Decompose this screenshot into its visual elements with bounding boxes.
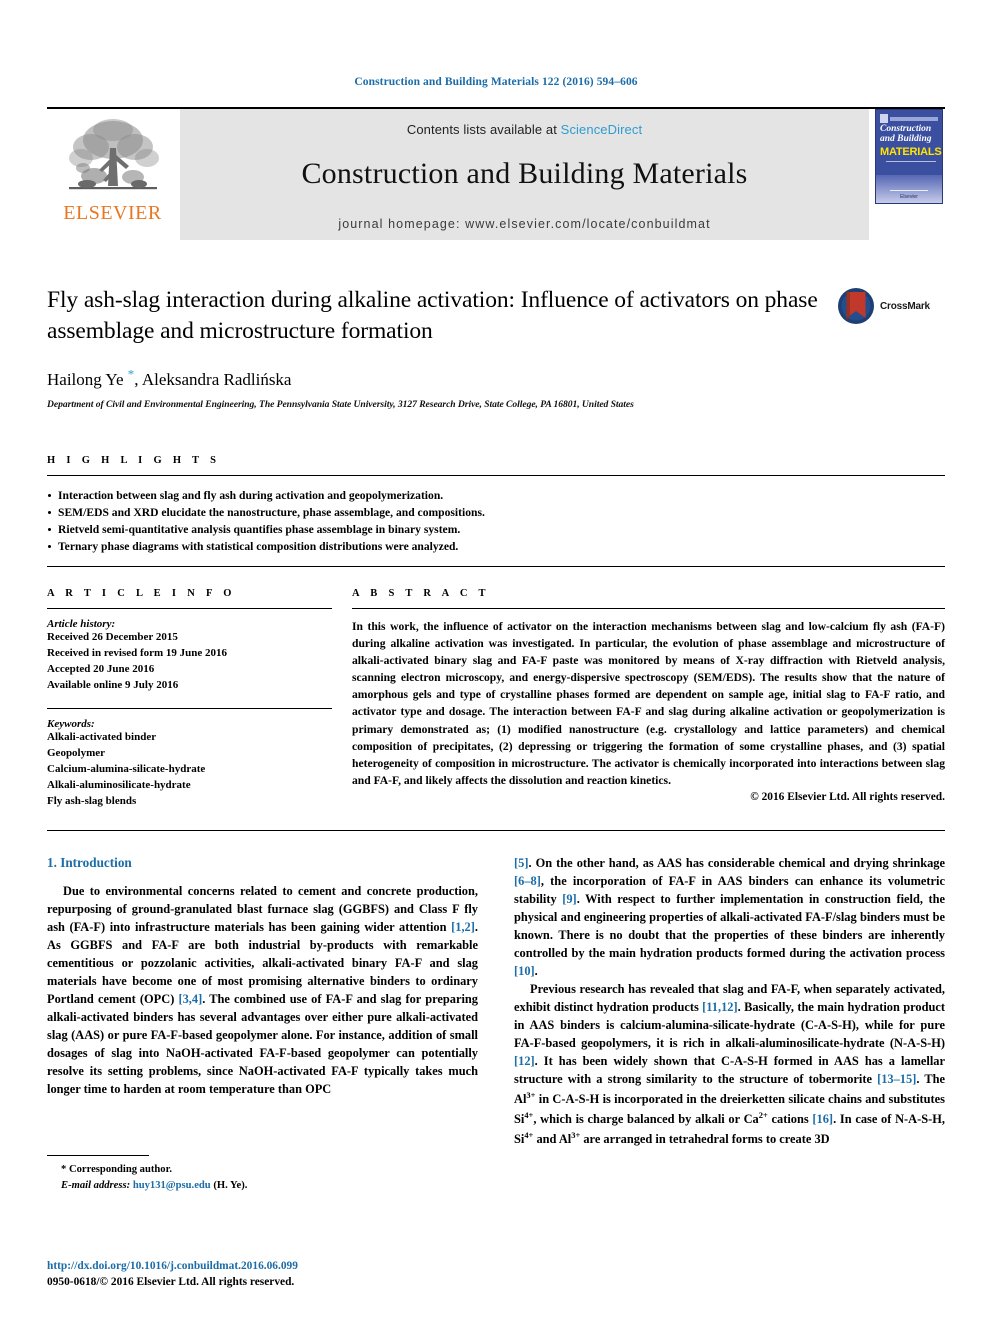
history-line: Accepted 20 June 2016 <box>47 663 155 676</box>
masthead-banner: Contents lists available at ScienceDirec… <box>180 109 869 240</box>
cover-footer-text: Elsevier <box>900 194 918 200</box>
corresponding-author-marker[interactable]: * <box>128 366 135 381</box>
body-column-right: [5]. On the other hand, as AAS has consi… <box>514 855 945 1149</box>
info-abstract-section: A R T I C L E I N F O Article history: R… <box>47 588 945 809</box>
email-suffix: (H. Ye). <box>213 1179 248 1191</box>
abstract-copyright: © 2016 Elsevier Ltd. All rights reserved… <box>750 790 945 803</box>
paragraph: Due to environmental concerns related to… <box>47 883 478 1099</box>
section-title-introduction: 1. Introduction <box>47 854 132 870</box>
citation-ref[interactable]: [1,2] <box>451 920 475 934</box>
journal-title: Construction and Building Materials <box>301 157 748 190</box>
elsevier-tree-icon <box>68 119 159 190</box>
cover-topbar <box>890 117 938 121</box>
article-history-block: Article history: Received 26 December 20… <box>47 609 332 694</box>
author-names: Hailong Ye *, Aleksandra Radlińska <box>47 366 292 389</box>
highlights-section: H I G H L I G H T S Interaction between … <box>47 455 945 568</box>
issn-copyright: 0950-0618/© 2016 Elsevier Ltd. All right… <box>47 1275 295 1288</box>
keyword-item: Fly ash-slag blends <box>47 794 137 807</box>
history-line: Received 26 December 2015 <box>47 631 178 644</box>
title-block: Fly ash-slag interaction during alkaline… <box>47 285 945 410</box>
doi-link[interactable]: http://dx.doi.org/10.1016/j.conbuildmat.… <box>47 1259 487 1274</box>
citation-ref[interactable]: [13–15] <box>877 1072 916 1086</box>
journal-homepage[interactable]: journal homepage: www.elsevier.com/locat… <box>180 217 869 231</box>
elsevier-wordmark: ELSEVIER <box>63 202 162 224</box>
article-info-heading: A R T I C L E I N F O <box>47 588 236 600</box>
keywords-block: Keywords: Alkali-activated binder Geopol… <box>47 708 332 810</box>
keyword-item: Alkali-aluminosilicate-hydrate <box>47 778 191 791</box>
abstract-text: In this work, the influence of activator… <box>352 620 945 787</box>
cover-lower-panel: Elsevier <box>876 175 942 203</box>
keyword-item: Alkali-activated binder <box>47 731 157 744</box>
citation-ref[interactable]: [5] <box>514 856 528 870</box>
page-footer: http://dx.doi.org/10.1016/j.conbuildmat.… <box>47 1259 487 1290</box>
list-item: Rietveld semi-quantitative analysis quan… <box>47 521 945 538</box>
crossmark-badge-group[interactable]: CrossMark <box>837 285 945 327</box>
highlights-rule-bottom <box>47 566 945 568</box>
history-line: Received in revised form 19 June 2016 <box>47 647 228 660</box>
elsevier-logo: ELSEVIER <box>47 109 178 240</box>
paragraph-text: [5]. On the other hand, as AAS has consi… <box>514 855 946 978</box>
contents-lists-line: Contents lists available at ScienceDirec… <box>180 109 869 137</box>
keywords-label: Keywords: <box>47 718 95 731</box>
paragraph-text: Due to environmental concerns related to… <box>47 883 478 1096</box>
article-history-label: Article history: <box>47 618 116 631</box>
cover-line-2: and Building <box>880 134 932 144</box>
highlights-list: Interaction between slag and fly ash dur… <box>47 476 945 567</box>
cover-divider <box>890 190 928 191</box>
cover-line-3: MATERIALS <box>880 146 942 158</box>
keyword-item: Calcium-alumina-silicate-hydrate <box>47 762 206 775</box>
footnote-rule <box>47 1154 149 1156</box>
list-item: Interaction between slag and fly ash dur… <box>47 487 945 504</box>
list-item: Ternary phase diagrams with statistical … <box>47 538 945 555</box>
journal-cover-thumbnail: Construction and Building MATERIALS Else… <box>873 109 945 240</box>
author-list: Hailong Ye *, Aleksandra Radlińska <box>47 366 945 390</box>
email-label: E-mail address: <box>61 1179 131 1191</box>
highlights-heading: H I G H L I G H T S <box>47 454 221 466</box>
journal-masthead: ELSEVIER Contents lists available at Sci… <box>47 107 945 240</box>
body-columns: 1. Introduction Due to environmental con… <box>47 854 945 1191</box>
citation-ref[interactable]: [3,4] <box>178 992 202 1006</box>
paragraph: [5]. On the other hand, as AAS has consi… <box>514 855 945 981</box>
cover-logo-icon <box>880 114 888 123</box>
citation-ref[interactable]: [12] <box>514 1054 535 1068</box>
crossmark-icon[interactable] <box>837 287 875 325</box>
list-item: SEM/EDS and XRD elucidate the nanostruct… <box>47 504 945 521</box>
article-info-column: A R T I C L E I N F O Article history: R… <box>47 588 332 809</box>
history-line: Available online 9 July 2016 <box>47 679 179 692</box>
paragraph-text: Previous research has revealed that slag… <box>514 981 945 1146</box>
cover-image: Construction and Building MATERIALS Else… <box>875 109 943 204</box>
corresponding-author-footnote: * Corresponding author. E-mail address: … <box>47 1154 478 1194</box>
crossmark-label: CrossMark <box>880 300 930 312</box>
citation-ref[interactable]: [16] <box>812 1112 833 1126</box>
citation-ref[interactable]: [9] <box>562 892 576 906</box>
article-page: Construction and Building Materials 122 … <box>0 0 992 1323</box>
paragraph: Previous research has revealed that slag… <box>514 981 945 1149</box>
keyword-item: Geopolymer <box>47 747 106 759</box>
contents-prefix: Contents lists available at <box>406 122 557 137</box>
email-link[interactable]: huy131@psu.edu <box>133 1180 211 1191</box>
running-head: Construction and Building Materials 122 … <box>354 76 638 88</box>
citation-ref[interactable]: [11,12] <box>702 1000 737 1014</box>
citation-ref[interactable]: [6–8] <box>514 874 541 888</box>
body-column-left: 1. Introduction Due to environmental con… <box>47 854 478 1191</box>
sciencedirect-link[interactable]: ScienceDirect <box>561 122 643 137</box>
abstract-column: A B S T R A C T In this work, the influe… <box>332 588 945 809</box>
affiliation: Department of Civil and Environmental En… <box>47 398 634 410</box>
body-separator <box>47 829 945 831</box>
citation-ref[interactable]: [10] <box>514 964 535 978</box>
corresponding-author-note: * Corresponding author. <box>61 1163 172 1175</box>
email-line: E-mail address: huy131@psu.edu (H. Ye). <box>47 1178 478 1194</box>
abstract-heading: A B S T R A C T <box>352 588 490 600</box>
article-title: Fly ash-slag interaction during alkaline… <box>47 287 818 345</box>
